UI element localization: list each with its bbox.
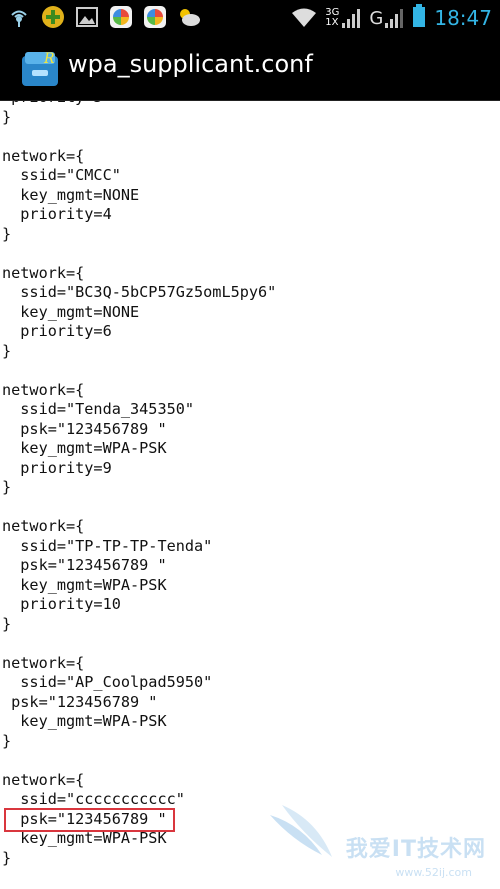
file-line xyxy=(2,244,276,264)
page-title: wpa_supplicant.conf xyxy=(68,50,313,78)
site-watermark: 我爱IT技术网 www.52ij.com xyxy=(262,795,492,885)
file-line: priority=4 xyxy=(2,205,112,223)
file-line: priority=9 xyxy=(2,458,112,477)
file-line: network={ xyxy=(2,263,85,282)
watermark-url: www.52ij.com xyxy=(395,866,472,879)
file-line: network={ xyxy=(2,146,85,165)
file-line xyxy=(2,751,276,771)
watermark-text: 我爱IT技术网 xyxy=(345,837,486,862)
weather-icon xyxy=(176,4,202,30)
file-line: ssid="Tenda_345350" xyxy=(2,400,195,418)
wifi-signal-icon xyxy=(6,4,32,30)
file-line: psk="123456789 " xyxy=(2,692,158,711)
file-line: ssid="TP-TP-TP-Tenda" xyxy=(2,536,213,555)
file-line: ssid="CMCC" xyxy=(2,166,121,184)
signal-bars-icon xyxy=(385,9,404,28)
file-line: network={ xyxy=(2,770,85,789)
network-type-g: G xyxy=(369,8,384,29)
file-line: key_mgmt=NONE xyxy=(2,185,140,204)
status-bar: 3G 1X G 18:47 xyxy=(0,0,500,36)
psk-highlight-box xyxy=(4,808,175,832)
svg-text:R: R xyxy=(43,51,55,67)
file-folder-icon[interactable]: R xyxy=(20,48,60,88)
system-status: 3G 1X G 18:47 xyxy=(291,2,492,34)
file-line: key_mgmt=NONE xyxy=(2,302,140,321)
network-type-bottom: 1X xyxy=(325,17,339,28)
file-viewer[interactable]: priority=5}network={ ssid="CMCC" key_mgm… xyxy=(0,101,500,889)
file-line xyxy=(2,498,276,518)
file-line: psk="123456789 " xyxy=(2,419,167,438)
app-color-icon xyxy=(108,4,134,30)
file-line: } xyxy=(2,224,12,243)
file-line: priority=6 xyxy=(2,322,112,340)
app-color-icon xyxy=(142,4,168,30)
app-title-bar: R wpa_supplicant.conf xyxy=(0,36,500,101)
file-line xyxy=(2,361,276,381)
shield-plus-icon xyxy=(40,4,66,30)
notification-icons xyxy=(6,4,202,30)
file-line: } xyxy=(2,107,12,126)
file-line: } xyxy=(2,731,12,750)
file-line xyxy=(2,127,276,147)
battery-icon xyxy=(412,4,426,32)
file-line: ssid="BC3Q-5bCP57Gz5omL5py6" xyxy=(2,283,277,301)
file-line: key_mgmt=WPA-PSK xyxy=(2,712,167,730)
gallery-icon xyxy=(74,4,100,30)
file-line: key_mgmt=WPA-PSK xyxy=(2,575,167,594)
file-line: network={ xyxy=(2,653,85,672)
file-line: } xyxy=(2,848,12,867)
file-line: priority=10 xyxy=(2,595,121,613)
file-line: network={ xyxy=(2,380,85,399)
file-content: priority=5}network={ ssid="CMCC" key_mgm… xyxy=(2,101,276,868)
mobile-signal-3g: 3G 1X xyxy=(325,7,361,29)
mobile-signal-g: G xyxy=(369,7,404,29)
file-line: ssid="ccccccccccc" xyxy=(2,790,185,808)
clock: 18:47 xyxy=(434,6,492,30)
file-line: } xyxy=(2,614,12,633)
file-line: network={ xyxy=(2,517,85,535)
file-line: } xyxy=(2,478,12,496)
file-line: } xyxy=(2,341,12,360)
file-line: ssid="AP_Coolpad5950" xyxy=(2,673,213,691)
signal-bars-icon xyxy=(342,9,361,28)
file-line: psk="123456789 " xyxy=(2,556,167,574)
file-line: key_mgmt=WPA-PSK xyxy=(2,439,167,457)
wifi-icon xyxy=(291,5,317,31)
file-line xyxy=(2,634,276,654)
